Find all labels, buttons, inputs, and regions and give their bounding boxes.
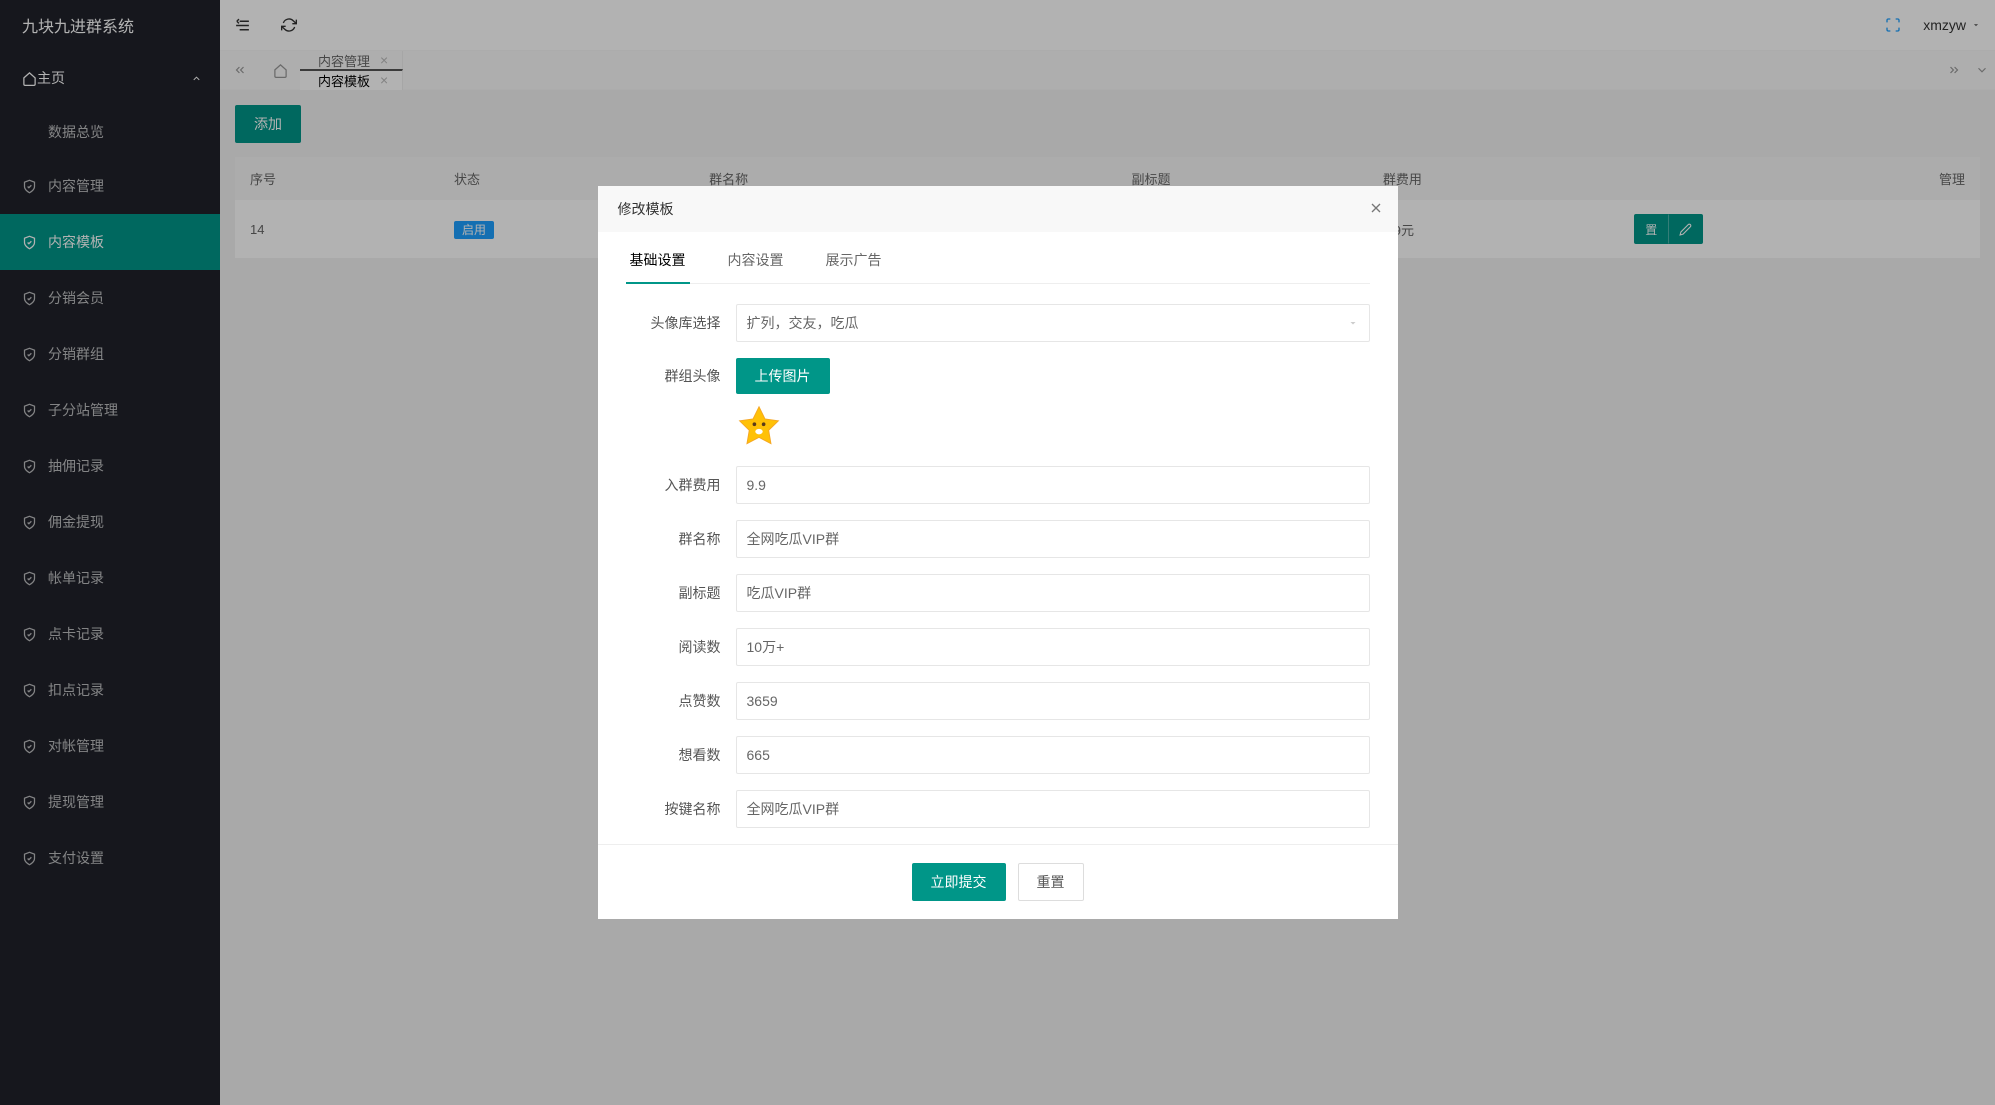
subtitle-input[interactable] [736, 574, 1370, 612]
label-reads: 阅读数 [626, 637, 736, 657]
dialog-title: 修改模板 [598, 186, 1398, 232]
label-likes: 点赞数 [626, 691, 736, 711]
label-avatar-lib: 头像库选择 [626, 313, 736, 333]
label-fee: 入群费用 [626, 475, 736, 495]
avatar-preview [736, 404, 782, 450]
chevron-down-icon [1347, 317, 1359, 329]
fee-input[interactable] [736, 466, 1370, 504]
likes-input[interactable] [736, 682, 1370, 720]
edit-template-dialog: 修改模板 基础设置 内容设置 展示广告 头像库选择 扩列，交友，吃瓜 群组头像 上传… [598, 186, 1398, 919]
dialog-tab-1[interactable]: 内容设置 [724, 250, 788, 283]
submit-button[interactable]: 立即提交 [912, 863, 1006, 901]
label-wants: 想看数 [626, 745, 736, 765]
reset-button[interactable]: 重置 [1018, 863, 1084, 901]
reads-input[interactable] [736, 628, 1370, 666]
dialog-tab-2[interactable]: 展示广告 [822, 250, 886, 283]
modal-overlay: 修改模板 基础设置 内容设置 展示广告 头像库选择 扩列，交友，吃瓜 群组头像 上传… [0, 0, 1995, 1105]
label-group-avatar: 群组头像 [626, 358, 736, 386]
btnname-input[interactable] [736, 790, 1370, 828]
label-name: 群名称 [626, 529, 736, 549]
dialog-tab-0[interactable]: 基础设置 [626, 250, 690, 284]
avatar-lib-value: 扩列，交友，吃瓜 [747, 313, 859, 333]
star-avatar-icon [736, 404, 782, 450]
wants-input[interactable] [736, 736, 1370, 774]
avatar-lib-select[interactable]: 扩列，交友，吃瓜 [736, 304, 1370, 342]
name-input[interactable] [736, 520, 1370, 558]
close-icon [1368, 200, 1384, 216]
dialog-close-button[interactable] [1368, 200, 1384, 216]
label-subtitle: 副标题 [626, 583, 736, 603]
label-btnname: 按键名称 [626, 799, 736, 819]
upload-image-button[interactable]: 上传图片 [736, 358, 830, 394]
